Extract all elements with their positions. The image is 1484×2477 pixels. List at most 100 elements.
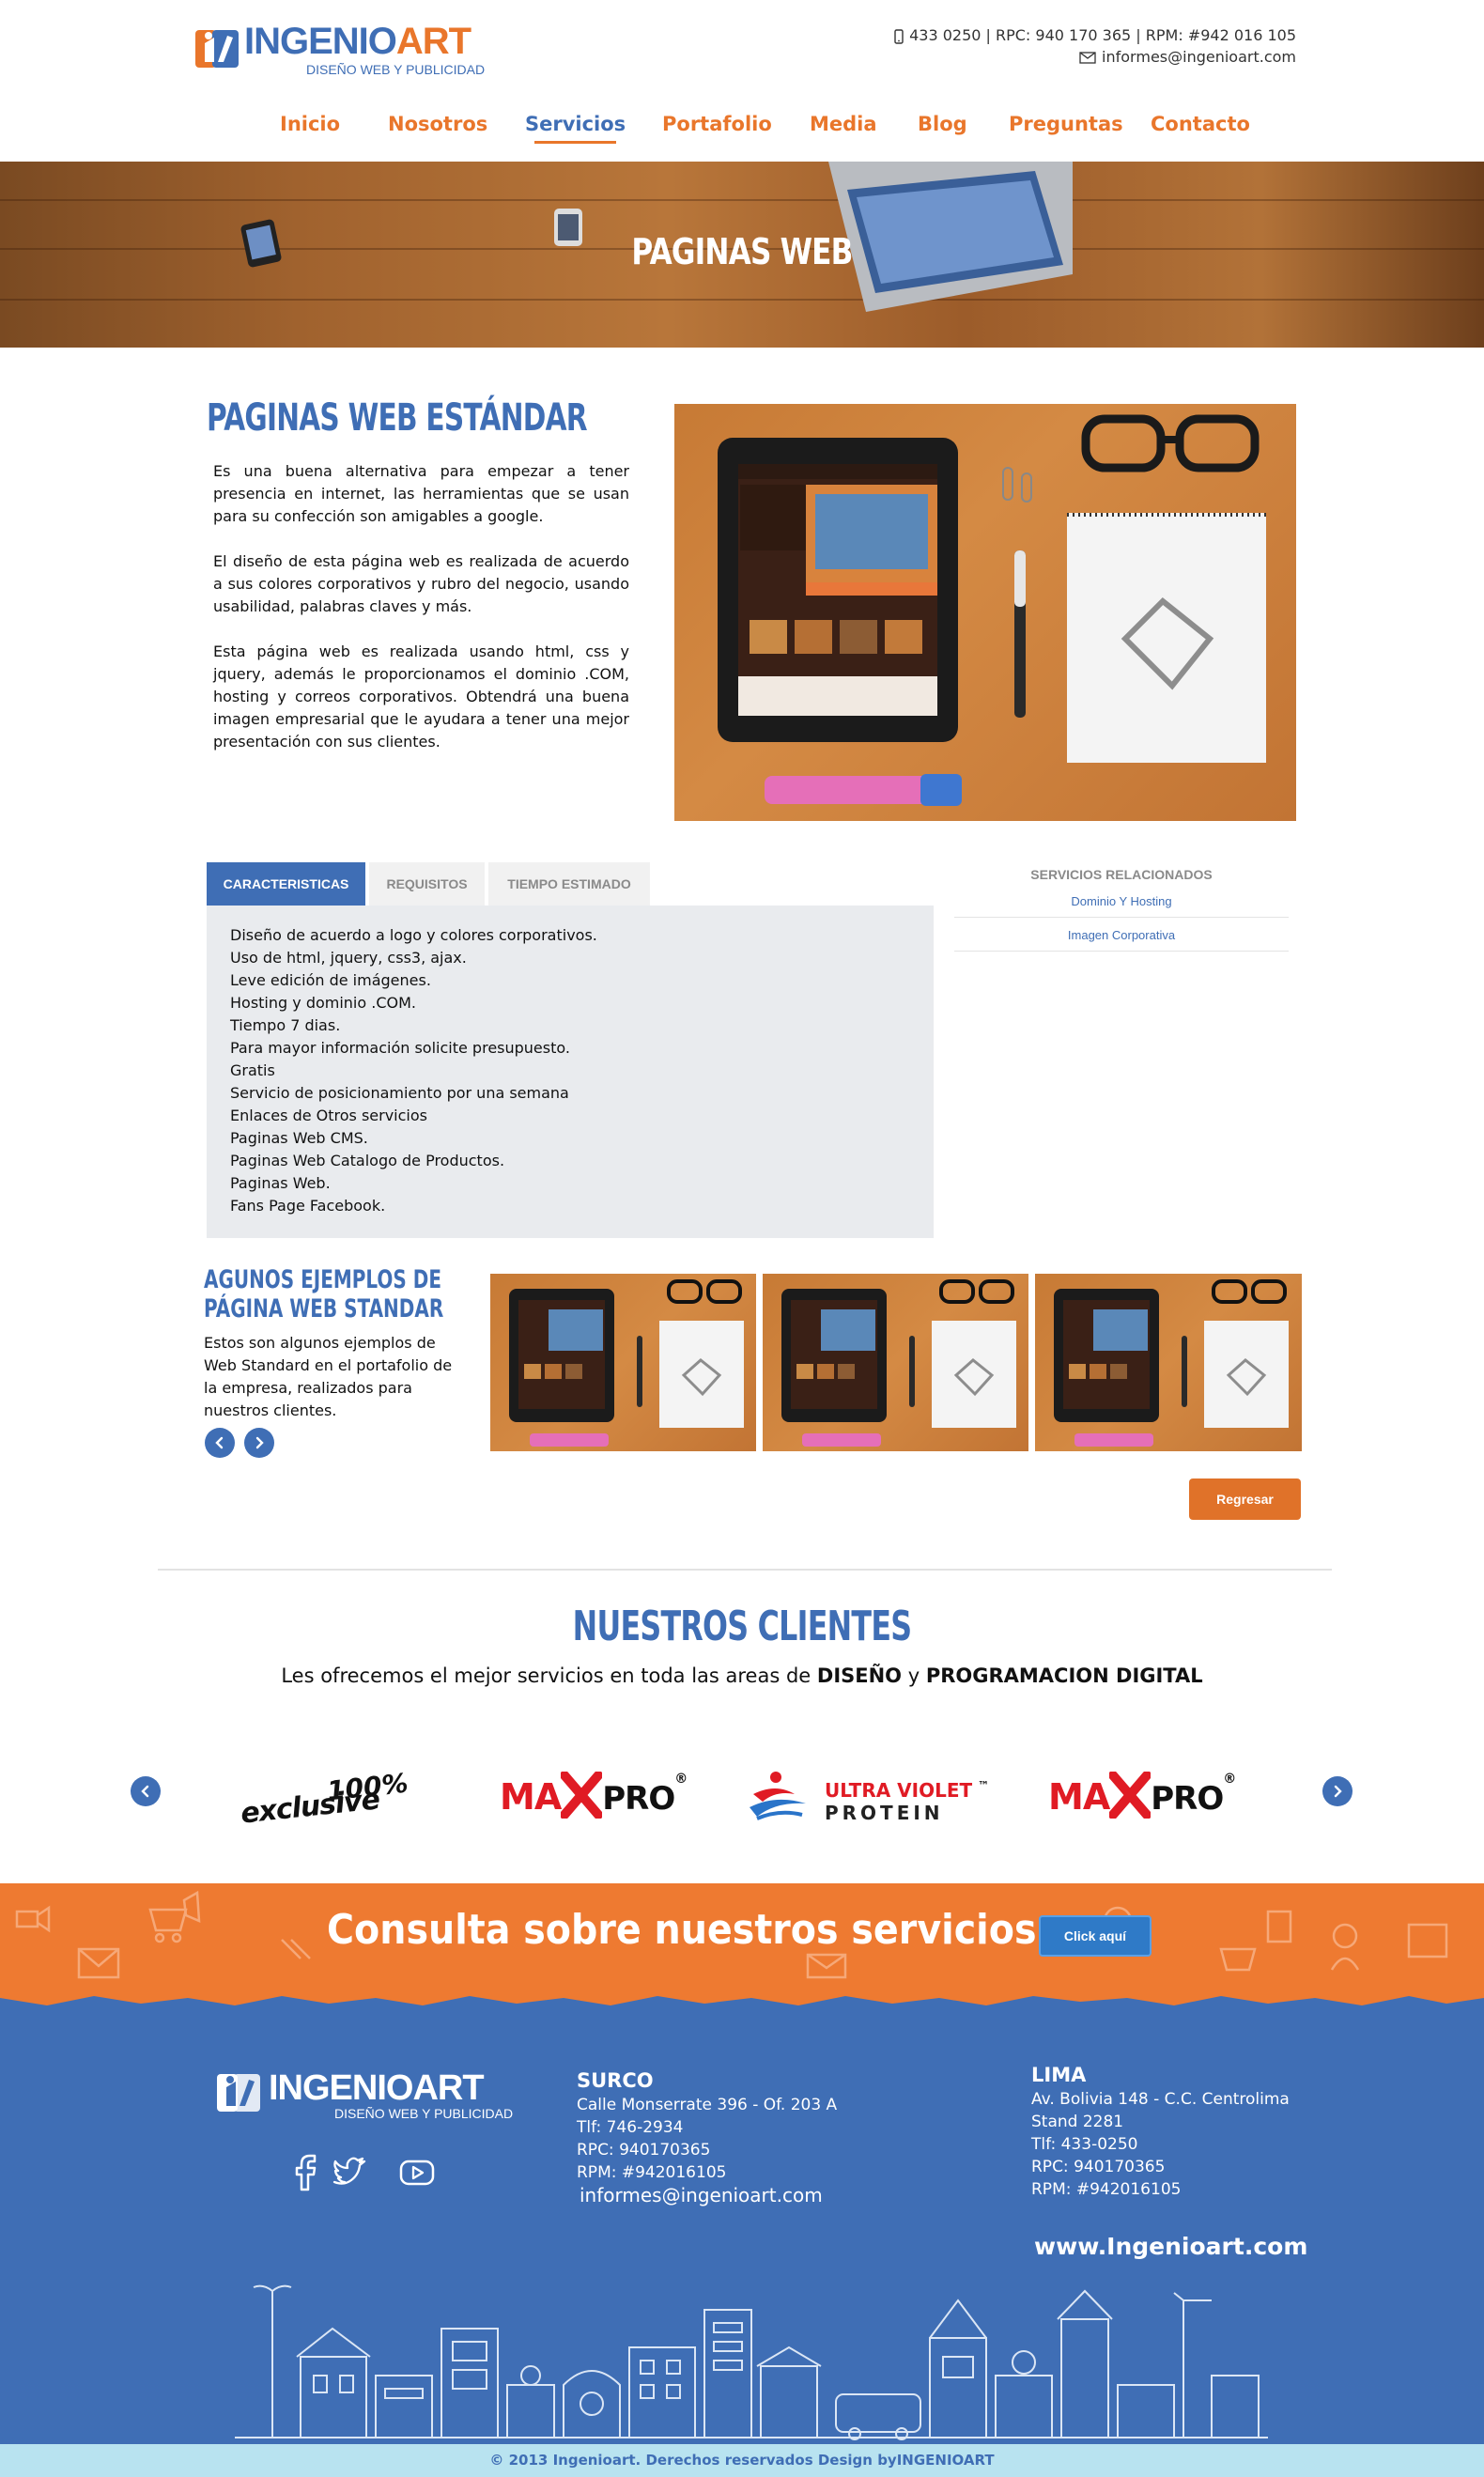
- service-title: PAGINAS WEB ESTÁNDAR: [207, 396, 588, 440]
- maxpro-pro: PRO: [602, 1780, 675, 1818]
- clients-subtitle-b: DISEÑO: [816, 1664, 903, 1687]
- desk-mockup-thumbnail: [781, 1279, 1016, 1447]
- banner-click-button[interactable]: Click aquí: [1039, 1915, 1152, 1957]
- nav-media[interactable]: Media: [810, 113, 877, 135]
- footer-logo[interactable]: INGENIOART DISEÑO WEB Y PUBLICIDAD: [216, 2068, 513, 2125]
- phone-icon: [894, 28, 904, 44]
- clients-subtitle-c: y: [902, 1664, 926, 1687]
- ultra-violet-trademark: ™: [978, 1779, 990, 1792]
- mail-icon: [1079, 52, 1096, 64]
- client-logo-exclusive-bottom: exclusive: [239, 1783, 381, 1831]
- clients-prev-button[interactable]: [131, 1776, 161, 1806]
- related-link-dominio-hosting[interactable]: Dominio Y Hosting: [954, 894, 1289, 908]
- footer-lima-line: RPC: 940170365: [1031, 2158, 1166, 2176]
- examples-prev-button[interactable]: [205, 1428, 235, 1458]
- nav-blog[interactable]: Blog: [918, 113, 967, 135]
- footer-logo-text: INGENIOART: [269, 2068, 485, 2108]
- torn-edge-decoration: [0, 1990, 1484, 2005]
- back-button[interactable]: Regresar: [1189, 1478, 1301, 1520]
- nav-nosotros[interactable]: Nosotros: [388, 113, 487, 135]
- consult-banner: Consulta sobre nuestros servicios Click …: [0, 1883, 1484, 1996]
- hero-title: PAGINAS WEB: [631, 231, 853, 272]
- maxpro-x-mark: [1108, 1771, 1152, 1819]
- example-thumbnail[interactable]: [490, 1274, 756, 1451]
- ultra-violet-name-text: ULTRA VIOLET: [825, 1779, 973, 1802]
- example-thumbnail[interactable]: [763, 1274, 1028, 1451]
- feature-item: Diseño de acuerdo a logo y colores corpo…: [230, 926, 597, 944]
- youtube-icon[interactable]: [398, 2154, 436, 2191]
- maxpro-ma: MA: [500, 1776, 562, 1818]
- client-logo-maxpro: MA PRO®: [1048, 1771, 1236, 1837]
- chevron-left-icon: [215, 1436, 224, 1449]
- feature-item: Gratis: [230, 1061, 275, 1079]
- footer-surco-line: RPM: #942016105: [577, 2163, 727, 2182]
- feature-item: Servicio de posicionamiento por una sema…: [230, 1084, 569, 1102]
- ultra-violet-name: ULTRA VIOLET ™: [825, 1779, 989, 1802]
- logo-mark-icon: [195, 30, 239, 68]
- footer-lima-line: Tlf: 433-0250: [1031, 2135, 1138, 2154]
- clients-subtitle-d: PROGRAMACION DIGITAL: [925, 1664, 1203, 1687]
- service-photo: [674, 404, 1296, 821]
- feature-item: Paginas Web.: [230, 1174, 331, 1192]
- feature-item: Enlaces de Otros servicios: [230, 1107, 427, 1124]
- clients-next-button[interactable]: [1322, 1776, 1353, 1806]
- related-divider: [954, 951, 1289, 952]
- feature-item: Para mayor información solicite presupue…: [230, 1039, 570, 1057]
- clients-subtitle: Les ofrecemos el mejor servicios en toda…: [0, 1664, 1484, 1687]
- footer-lima-line: RPM: #942016105: [1031, 2180, 1182, 2199]
- desk-mockup-thumbnail: [509, 1279, 744, 1447]
- logo-brand-b: ART: [395, 21, 471, 62]
- client-logo-maxpro: MA PRO®: [500, 1771, 688, 1837]
- nav-servicios-label: Servicios: [525, 113, 626, 135]
- tab-tiempo-estimado[interactable]: TIEMPO ESTIMADO: [488, 862, 650, 906]
- logo-text: INGENIOART: [244, 21, 471, 63]
- example-thumbnail[interactable]: [1035, 1274, 1302, 1451]
- site-header: INGENIOART DISEÑO WEB Y PUBLICIDAD 433 0…: [0, 0, 1484, 162]
- hero-wood-line: [0, 199, 1484, 201]
- nav-portafolio[interactable]: Portafolio: [662, 113, 772, 135]
- feature-item: Leve edición de imágenes.: [230, 971, 431, 989]
- footer-surco-line: Calle Monserrate 396 - Of. 203 A: [577, 2096, 838, 2114]
- twitter-icon[interactable]: [331, 2154, 368, 2191]
- contact-email[interactable]: informes@ingenioart.com: [1079, 48, 1296, 66]
- service-paragraph: El diseño de esta página web es realizad…: [213, 552, 629, 615]
- maxpro-registered: ®: [674, 1772, 688, 1787]
- tab-panel-caracteristicas: Diseño de acuerdo a logo y colores corpo…: [207, 906, 934, 1238]
- city-doodle-illustration: [235, 2284, 1268, 2440]
- feature-item: Tiempo 7 dias.: [230, 1016, 341, 1034]
- feature-item: Paginas Web CMS.: [230, 1129, 368, 1147]
- contact-email-text: informes@ingenioart.com: [1102, 48, 1296, 66]
- client-logo-ultra-violet-protein: ULTRA VIOLET ™ PROTEIN: [748, 1764, 989, 1830]
- contact-phones: 433 0250 | RPC: 940 170 365 | RPM: #942 …: [894, 26, 1296, 44]
- related-link-imagen-corporativa[interactable]: Imagen Corporativa: [954, 928, 1289, 942]
- feature-item: Paginas Web Catalogo de Productos.: [230, 1152, 505, 1169]
- maxpro-registered: ®: [1223, 1772, 1236, 1787]
- main-nav: Inicio Nosotros Servicios Portafolio Med…: [0, 113, 1484, 150]
- logo-tagline: DISEÑO WEB Y PUBLICIDAD: [306, 62, 486, 77]
- nav-contacto[interactable]: Contacto: [1151, 113, 1250, 135]
- footer-lima-title: LIMA: [1031, 2064, 1087, 2086]
- desk-mockup-illustration: [718, 414, 1266, 806]
- nav-preguntas[interactable]: Preguntas: [1009, 113, 1123, 135]
- chevron-right-icon: [255, 1436, 264, 1449]
- desk-mockup-thumbnail: [1054, 1279, 1289, 1447]
- ultra-violet-protein: PROTEIN: [825, 1802, 944, 1824]
- ingenioart-logo[interactable]: INGENIOART DISEÑO WEB Y PUBLICIDAD: [195, 21, 485, 79]
- clients-title: NUESTROS CLIENTES: [572, 1602, 912, 1650]
- feature-item: Uso de html, jquery, css3, ajax.: [230, 949, 467, 967]
- nav-servicios[interactable]: Servicios: [525, 113, 626, 144]
- facebook-icon[interactable]: [286, 2154, 324, 2191]
- footer-lima-line: Av. Bolivia 148 - C.C. Centrolima: [1031, 2090, 1290, 2109]
- nav-inicio[interactable]: Inicio: [280, 113, 340, 135]
- tab-caracteristicas[interactable]: CARACTERISTICAS: [207, 862, 365, 906]
- tab-requisitos[interactable]: REQUISITOS: [369, 862, 485, 906]
- features-list: Diseño de acuerdo a logo y colores corpo…: [230, 924, 597, 1217]
- copyright-bar: © 2013 Ingenioart. Derechos reservados D…: [0, 2444, 1484, 2477]
- examples-next-button[interactable]: [244, 1428, 274, 1458]
- client-logo-exclusive: 100% exclusive: [237, 1764, 410, 1831]
- footer-website-link[interactable]: www.Ingenioart.com: [1034, 2233, 1307, 2260]
- chevron-right-icon: [1334, 1785, 1342, 1798]
- footer-email-link[interactable]: informes@ingenioart.com: [580, 2184, 823, 2206]
- logo-brand-a: INGENIO: [244, 21, 397, 62]
- footer-lima-line: Stand 2281: [1031, 2113, 1124, 2131]
